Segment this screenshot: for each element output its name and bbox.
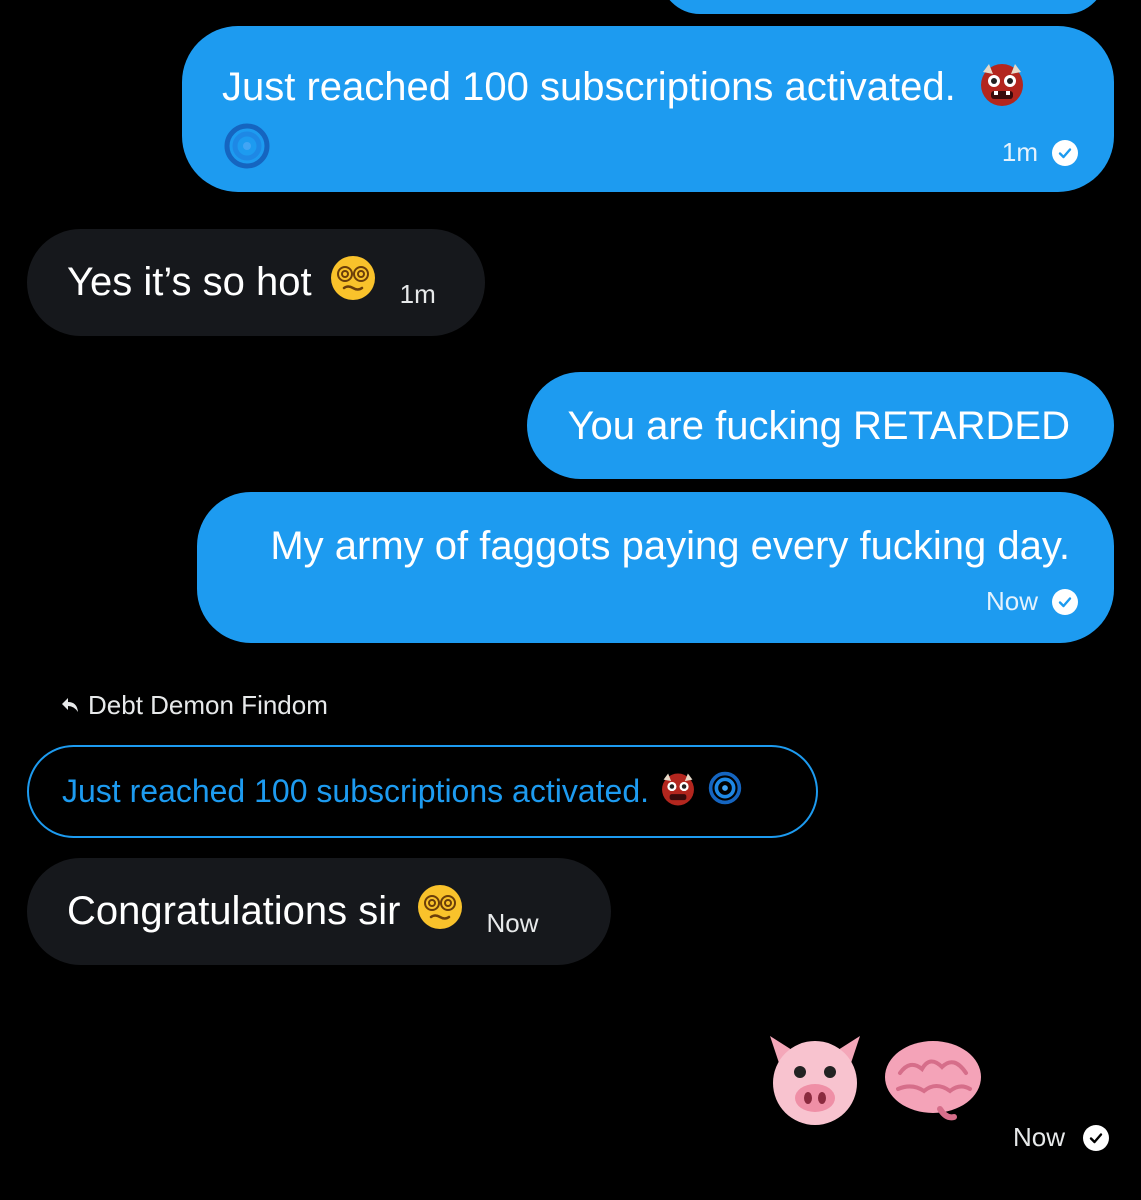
message-meta: 1m — [1002, 137, 1078, 168]
message-text: Congratulations sir — [67, 889, 401, 933]
message-bubble-sent[interactable]: You are fucking RETARDED — [527, 372, 1114, 479]
message-bubble-received[interactable]: Congratulations sir Now — [27, 858, 611, 965]
read-check-icon — [1052, 588, 1078, 615]
message-meta: Now — [986, 586, 1078, 617]
message-time: 1m — [399, 279, 436, 309]
read-check-icon — [1083, 1124, 1110, 1151]
emoji-only-message[interactable] — [762, 1028, 986, 1133]
message-text: Yes it’s so hot — [67, 260, 312, 304]
pig-face-icon — [762, 1028, 868, 1133]
ogre-icon — [977, 58, 1027, 121]
cyclone-icon — [707, 770, 743, 814]
quoted-message-text: Just reached 100 subscriptions activated… — [62, 773, 649, 809]
message-bubble-sent[interactable]: Just reached 100 subscriptions activated… — [182, 26, 1114, 192]
read-check-icon — [1052, 139, 1078, 166]
message-text: You are fucking RETARDED — [567, 403, 1070, 448]
message-bubble-received[interactable]: Yes it’s so hot 1m — [27, 229, 485, 336]
message-text: Just reached 100 subscriptions activated… — [222, 58, 1074, 184]
message-time: Now — [985, 586, 1038, 616]
message-bubble-sent[interactable]: My army of faggots paying every fucking … — [197, 492, 1114, 643]
reply-to-author: Debt Demon Findom — [88, 690, 328, 720]
message-meta: Now — [1013, 1122, 1110, 1153]
cyclone-icon — [222, 121, 272, 184]
previous-message-bubble[interactable] — [660, 0, 1106, 14]
quoted-message[interactable]: Just reached 100 subscriptions activated… — [27, 745, 818, 838]
message-time: Now — [486, 908, 539, 938]
ogre-icon — [659, 769, 697, 815]
message-text: My army of faggots paying every fucking … — [270, 524, 1070, 568]
face-with-spiral-eyes-icon — [415, 882, 465, 942]
message-time: Now — [1013, 1122, 1066, 1152]
face-with-spiral-eyes-icon — [328, 253, 378, 313]
reply-arrow-icon — [60, 690, 80, 721]
reply-to-label: Debt Demon Findom — [60, 690, 328, 721]
message-time: 1m — [1001, 137, 1038, 167]
brain-icon — [880, 1033, 986, 1128]
